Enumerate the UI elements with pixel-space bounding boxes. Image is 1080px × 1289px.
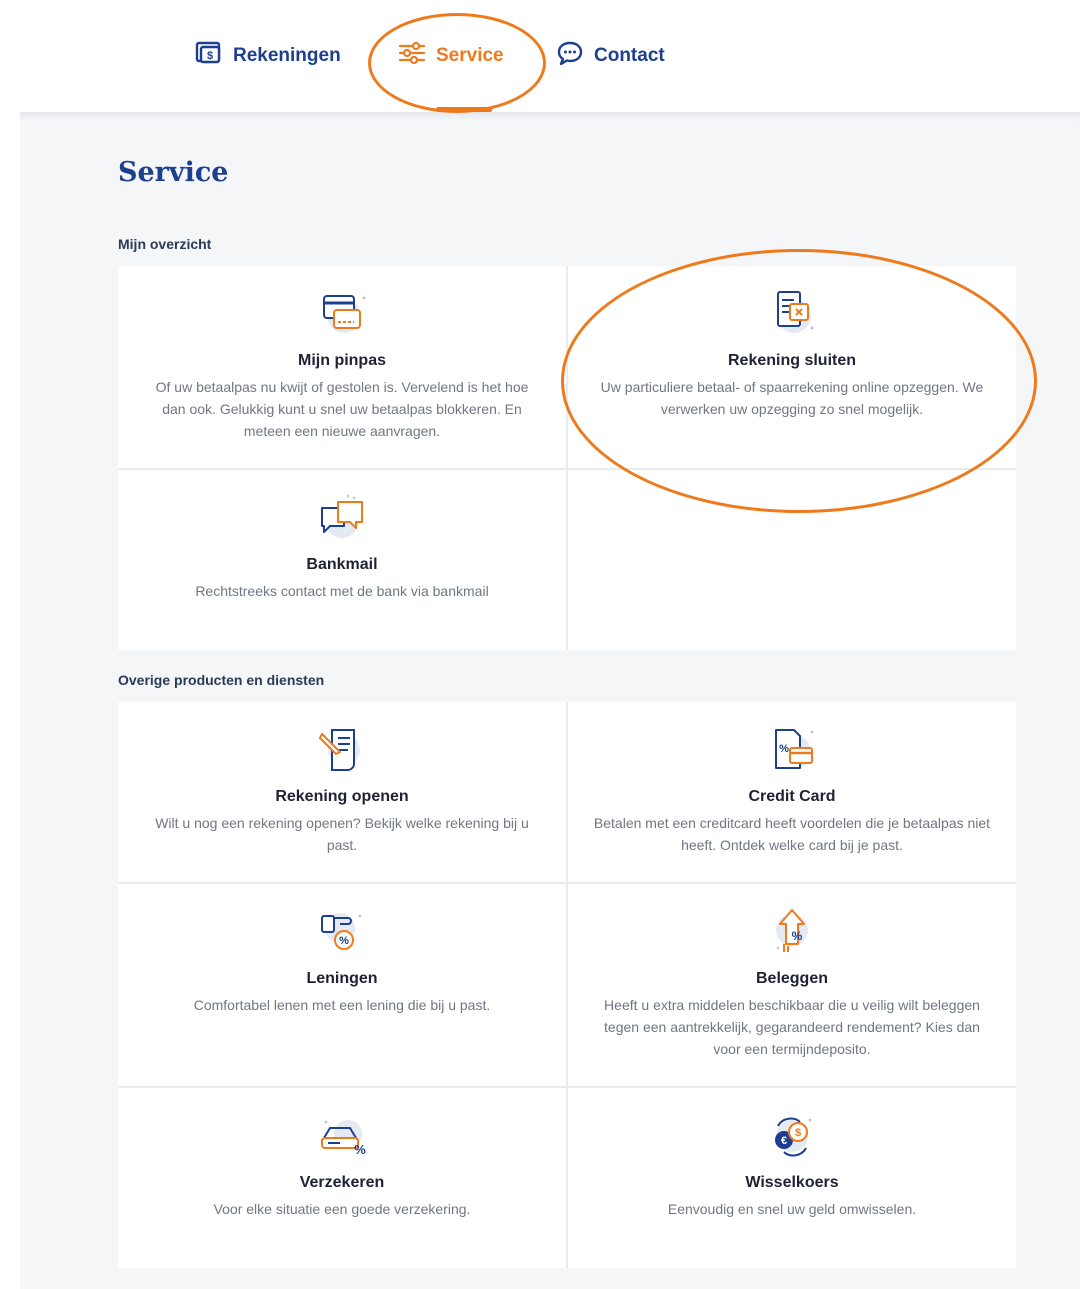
svg-text:%: % [339,935,349,947]
card-title: Wisselkoers [745,1174,839,1191]
loan-icon: % [314,904,370,960]
card-title: Credit Card [748,788,836,805]
card-title: Beleggen [755,970,828,987]
card-title: Verzekeren [299,1174,385,1191]
card-rekening-openen[interactable]: Rekening openen Wilt u nog een rekening … [118,702,566,882]
empty-card [568,470,1016,650]
section-label-overige-producten: Overige producten en diensten [118,672,325,688]
wallet-icon: $ [195,41,223,71]
sliders-icon [398,41,426,71]
page-title: Service [118,157,229,188]
nav-rekeningen[interactable]: $ Rekeningen [195,40,341,72]
car-insurance-icon: % [314,1108,370,1164]
debit-card-icon [314,286,370,342]
card-mijn-pinpas[interactable]: Mijn pinpas Of uw betaalpas nu kwijt of … [118,266,566,468]
credit-card-icon: % [764,722,820,778]
chat-bubbles-icon [314,490,370,546]
top-navigation: $ Rekeningen Service Contact [0,0,1080,112]
card-grid-overige-producten: Rekening openen Wilt u nog een rekening … [118,702,1016,1268]
card-wisselkoers[interactable]: € $ Wisselkoers Eenvoudig en snel uw geld… [568,1088,1016,1268]
card-title: Leningen [306,970,378,987]
card-description: Of uw betaalpas nu kwijt of gestolen is.… [155,379,529,439]
card-rekening-sluiten[interactable]: Rekening sluiten Uw particuliere betaal-… [568,266,1016,468]
svg-text:€: € [781,1135,787,1147]
nav-label-service: Service [436,45,504,66]
nav-label-contact: Contact [594,45,665,66]
card-bankmail[interactable]: Bankmail Rechtstreeks contact met de ban… [118,470,566,650]
card-beleggen[interactable]: % Beleggen Heeft u extra middelen beschi… [568,884,1016,1086]
chat-icon [556,40,584,72]
card-credit-card[interactable]: % Credit Card Betalen met een creditcard… [568,702,1016,882]
card-verzekeren[interactable]: % Verzekeren Voor elke situatie een goed… [118,1088,566,1268]
card-grid-mijn-overzicht: Mijn pinpas Of uw betaalpas nu kwijt of … [118,266,1016,650]
card-description: Eenvoudig en snel uw geld omwisselen. [667,1201,917,1217]
card-description: Comfortabel lenen met een lening die bij… [193,997,491,1013]
card-description: Betalen met een creditcard heeft voordel… [593,815,991,853]
currency-exchange-icon: € $ [764,1108,820,1164]
document-sign-icon [314,722,370,778]
svg-text:$: $ [207,50,213,62]
card-description: Rechtstreeks contact met de bank via ban… [195,583,489,599]
card-title: Rekening sluiten [727,352,857,369]
card-description: Wilt u nog een rekening openen? Bekijk w… [155,815,529,853]
svg-text:%: % [354,1142,366,1157]
nav-contact[interactable]: Contact [556,40,665,72]
card-description: Uw particuliere betaal- of spaarrekening… [600,379,984,417]
svg-text:%: % [779,743,789,755]
card-description: Heeft u extra middelen beschikbaar die u… [604,997,980,1057]
section-label-mijn-overzicht: Mijn overzicht [118,236,212,252]
card-leningen[interactable]: % Leningen Comfortabel lenen met een len… [118,884,566,1086]
close-account-icon [764,286,820,342]
nav-service[interactable]: Service [398,40,504,72]
svg-text:$: $ [795,1127,801,1139]
card-title: Rekening openen [275,788,409,805]
svg-text:%: % [792,929,803,943]
card-title: Bankmail [306,556,378,573]
nav-label-rekeningen: Rekeningen [233,45,341,66]
card-description: Voor elke situatie een goede verzekering… [213,1201,471,1217]
card-title: Mijn pinpas [298,352,386,369]
investment-arrow-icon: % [764,904,820,960]
